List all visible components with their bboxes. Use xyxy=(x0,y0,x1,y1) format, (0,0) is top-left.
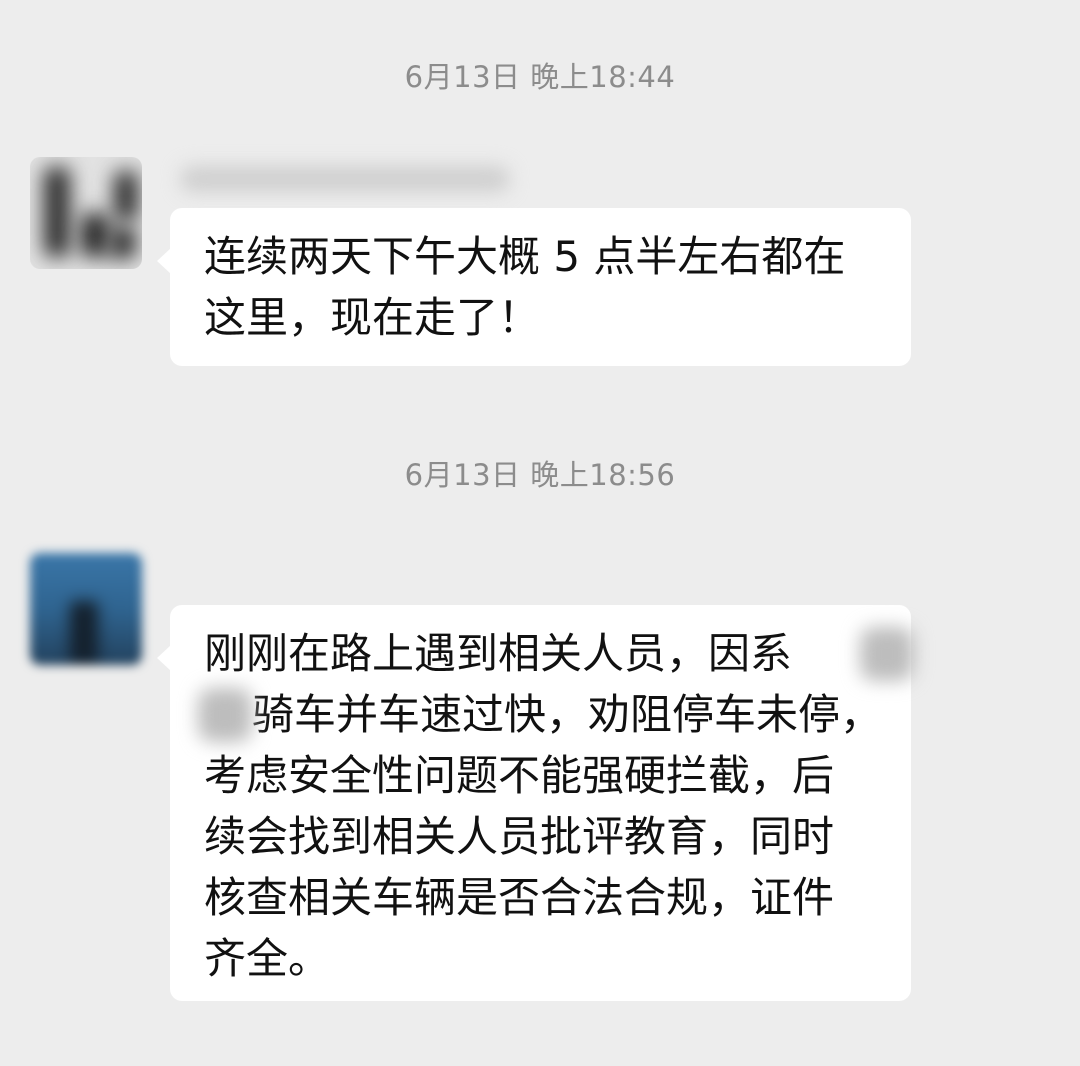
message-line: 这里，现在走了！ xyxy=(204,293,541,342)
message-line: 考虑安全性问题不能强硬拦截，后 xyxy=(204,751,835,800)
sender-avatar[interactable] xyxy=(30,553,142,665)
message-line: 齐全。 xyxy=(204,934,331,983)
message-bubble[interactable]: 连续两天下午大概 5 点半左右都在 这里，现在走了！ xyxy=(157,208,911,366)
message-line: 核查相关车辆是否合法合规，证件 xyxy=(204,873,835,922)
bubble-tail xyxy=(157,248,171,274)
redacted-text xyxy=(860,627,914,681)
message-line: 刚刚在路上遇到相关人员，因系 xyxy=(204,623,914,684)
message-line: 骑车并车速过快，劝阻停车未停， xyxy=(198,684,882,745)
message-line-text: 刚刚在路上遇到相关人员，因系 xyxy=(204,629,793,678)
sender-avatar[interactable] xyxy=(30,157,142,269)
message-line: 连续两天下午大概 5 点半左右都在 xyxy=(204,232,846,281)
message-timestamp: 6月13日 晚上18:44 xyxy=(404,60,676,94)
redacted-text xyxy=(198,688,252,742)
message-bubble[interactable]: 刚刚在路上遇到相关人员，因系 骑车并车速过快，劝阻停车未停， 考虑安全性问题不能… xyxy=(157,605,914,1001)
message-timestamp: 6月13日 晚上18:56 xyxy=(404,458,676,492)
bubble-tail xyxy=(157,645,171,671)
message-line-text: 骑车并车速过快，劝阻停车未停， xyxy=(252,690,883,739)
message-line: 续会找到相关人员批评教育，同时 xyxy=(204,812,835,861)
sender-name xyxy=(180,166,510,192)
